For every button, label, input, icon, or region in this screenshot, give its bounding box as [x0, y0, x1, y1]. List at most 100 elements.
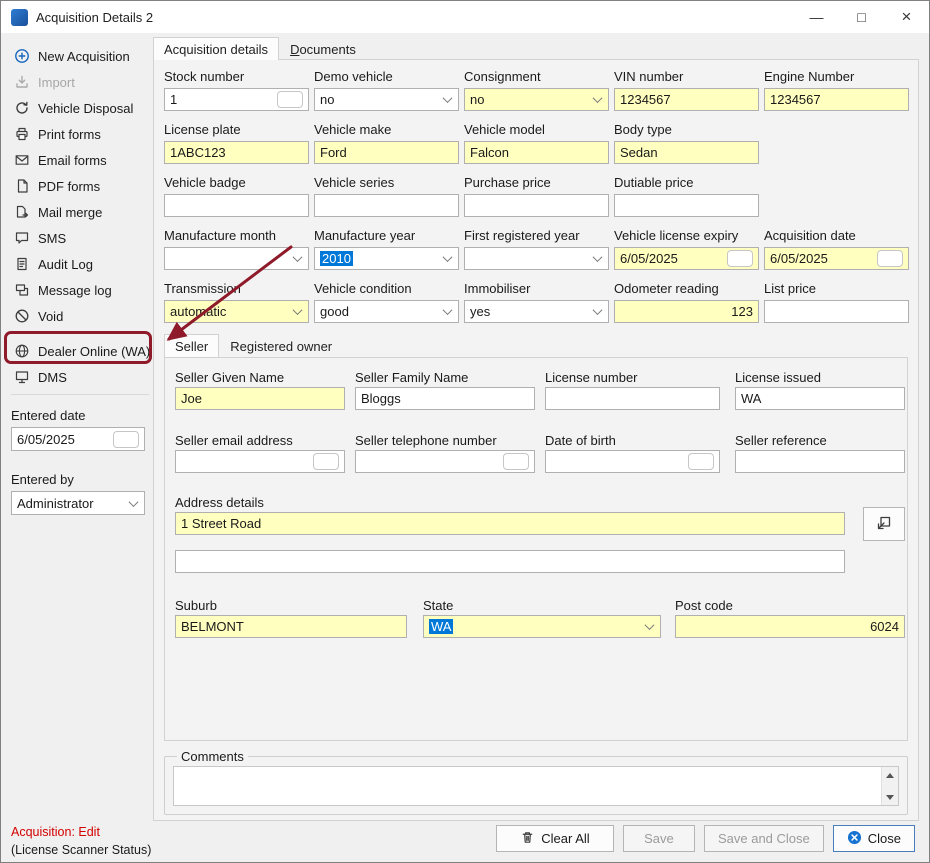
chevron-down-icon — [126, 500, 141, 507]
date-picker-button[interactable] — [727, 250, 753, 267]
field-dutiable-price: Dutiable price — [614, 175, 759, 217]
tab-acquisition-details[interactable]: Acquisition details — [153, 37, 279, 60]
post-code-input[interactable]: 6024 — [675, 615, 905, 638]
sidebar-item-dms[interactable]: DMS — [9, 364, 151, 390]
seller-given-name-input[interactable]: Joe — [175, 387, 345, 410]
manufacture-month-combo[interactable] — [164, 247, 309, 270]
sidebar-label: Void — [38, 309, 63, 324]
date-of-birth-input[interactable] — [545, 450, 720, 473]
acquisition-date-input[interactable]: 6/05/2025 — [764, 247, 909, 270]
tab-registered-owner[interactable]: Registered owner — [219, 334, 343, 357]
sidebar-label: Mail merge — [38, 205, 102, 220]
state-combo[interactable]: WA — [423, 615, 661, 638]
entered-by-combo[interactable]: Administrator — [11, 491, 145, 515]
sidebar-label: Email forms — [38, 153, 107, 168]
license-issued-input[interactable]: WA — [735, 387, 905, 410]
seller-telephone-input[interactable] — [355, 450, 535, 473]
sidebar-label: Message log — [38, 283, 112, 298]
sidebar-item-new-acquisition[interactable]: New Acquisition — [9, 43, 151, 69]
sidebar-item-import: Import — [9, 69, 151, 95]
minimize-button[interactable]: — — [794, 1, 839, 33]
sidebar-item-void[interactable]: Void — [9, 303, 151, 329]
vehicle-condition-combo[interactable]: good — [314, 300, 459, 323]
field-acquisition-date: Acquisition date 6/05/2025 — [764, 228, 909, 270]
void-icon — [14, 308, 30, 324]
app-icon — [11, 9, 28, 26]
telephone-action-button[interactable] — [503, 453, 529, 470]
immobiliser-combo[interactable]: yes — [464, 300, 609, 323]
sidebar-item-email-forms[interactable]: Email forms — [9, 147, 151, 173]
manufacture-year-combo[interactable]: 2010 — [314, 247, 459, 270]
sidebar-label: New Acquisition — [38, 49, 130, 64]
transmission-combo[interactable]: automatic — [164, 300, 309, 323]
address-details-input[interactable]: 1 Street Road — [175, 512, 845, 535]
date-picker-button[interactable] — [688, 453, 714, 470]
address-line2-input[interactable] — [175, 550, 845, 573]
chevron-down-icon — [290, 308, 305, 315]
globe-icon — [14, 343, 30, 359]
seller-tab-strip: Seller Registered owner — [164, 334, 908, 357]
date-picker-button[interactable] — [877, 250, 903, 267]
document-icon — [14, 178, 30, 194]
vehicle-license-expiry-input[interactable]: 6/05/2025 — [614, 247, 759, 270]
sidebar-label: Dealer Online (WA) — [38, 344, 150, 359]
sidebar-item-sms[interactable]: SMS — [9, 225, 151, 251]
first-registered-year-combo[interactable] — [464, 247, 609, 270]
close-window-button[interactable]: × — [884, 1, 929, 33]
vin-number-input[interactable]: 1234567 — [614, 88, 759, 111]
sidebar-item-dealer-online-wa[interactable]: Dealer Online (WA) — [9, 338, 151, 364]
entered-date-field[interactable]: 6/05/2025 — [11, 427, 145, 451]
main-tab-strip: Acquisition details Documents — [153, 37, 367, 60]
sidebar-item-message-log[interactable]: Message log — [9, 277, 151, 303]
entered-date-picker-button[interactable] — [113, 431, 139, 448]
comments-scrollbar[interactable] — [881, 767, 898, 805]
field-stock-number: Stock number 1 — [164, 69, 309, 111]
suburb-input[interactable]: BELMONT — [175, 615, 407, 638]
scroll-up-button[interactable] — [882, 767, 898, 783]
sidebar-separator — [11, 333, 149, 334]
address-lookup-icon — [876, 515, 892, 534]
scroll-down-button[interactable] — [882, 789, 898, 805]
stock-number-input[interactable]: 1 — [164, 88, 309, 111]
sidebar-label: Import — [38, 75, 75, 90]
license-plate-input[interactable]: 1ABC123 — [164, 141, 309, 164]
tab-documents[interactable]: Documents — [279, 37, 367, 60]
comments-textarea[interactable] — [173, 766, 899, 806]
list-price-input[interactable] — [764, 300, 909, 323]
chevron-down-icon — [440, 96, 455, 103]
stock-number-button[interactable] — [277, 91, 303, 108]
field-body-type: Body type Sedan — [614, 122, 759, 164]
sidebar-item-audit-log[interactable]: Audit Log — [9, 251, 151, 277]
sidebar-label: DMS — [38, 370, 67, 385]
consignment-combo[interactable]: no — [464, 88, 609, 111]
email-action-button[interactable] — [313, 453, 339, 470]
sidebar-item-vehicle-disposal[interactable]: Vehicle Disposal — [9, 95, 151, 121]
field-license-plate: License plate 1ABC123 — [164, 122, 309, 164]
window-title: Acquisition Details 2 — [36, 10, 794, 25]
vehicle-make-input[interactable]: Ford — [314, 141, 459, 164]
engine-number-input[interactable]: 1234567 — [764, 88, 909, 111]
footer-buttons: Clear All Save Save and Close Close — [496, 825, 915, 852]
vehicle-model-input[interactable]: Falcon — [464, 141, 609, 164]
dutiable-price-input[interactable] — [614, 194, 759, 217]
seller-reference-input[interactable] — [735, 450, 905, 473]
field-manufacture-month: Manufacture month — [164, 228, 309, 270]
tab-seller[interactable]: Seller — [164, 334, 219, 357]
body-type-input[interactable]: Sedan — [614, 141, 759, 164]
sidebar-item-print-forms[interactable]: Print forms — [9, 121, 151, 147]
maximize-button[interactable]: □ — [839, 1, 884, 33]
odometer-reading-input[interactable]: 123 — [614, 300, 759, 323]
seller-email-input[interactable] — [175, 450, 345, 473]
address-details-label: Address details — [175, 495, 264, 511]
clear-all-button[interactable]: Clear All — [496, 825, 614, 852]
vehicle-badge-input[interactable] — [164, 194, 309, 217]
sidebar-item-pdf-forms[interactable]: PDF forms — [9, 173, 151, 199]
address-lookup-button[interactable] — [863, 507, 905, 541]
sidebar-item-mail-merge[interactable]: Mail merge — [9, 199, 151, 225]
license-number-input[interactable] — [545, 387, 720, 410]
seller-family-name-input[interactable]: Bloggs — [355, 387, 535, 410]
purchase-price-input[interactable] — [464, 194, 609, 217]
demo-vehicle-combo[interactable]: no — [314, 88, 459, 111]
vehicle-series-input[interactable] — [314, 194, 459, 217]
close-button[interactable]: Close — [833, 825, 915, 852]
